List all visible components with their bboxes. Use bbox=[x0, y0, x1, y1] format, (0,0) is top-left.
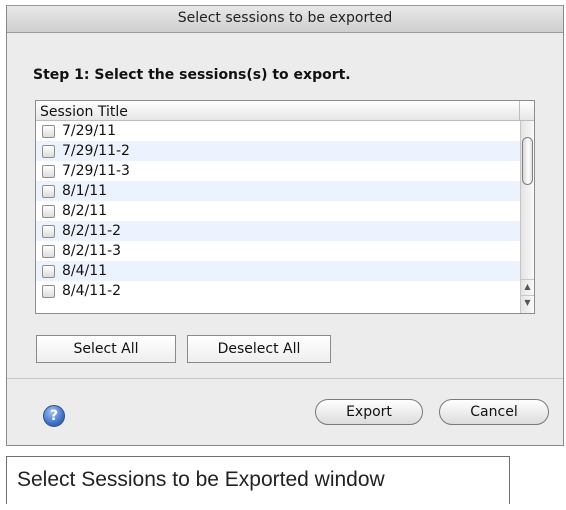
session-rows: 7/29/11 7/29/11-2 7/29/11-3 8/1/11 8/2/1… bbox=[36, 121, 520, 301]
header-corner bbox=[520, 101, 534, 121]
deselect-all-button[interactable]: Deselect All bbox=[187, 335, 331, 363]
table-row[interactable]: 8/4/11-2 bbox=[36, 281, 520, 301]
figure-caption: Select Sessions to be Exported window bbox=[6, 456, 510, 504]
scroll-down-arrow-icon[interactable]: ▼ bbox=[521, 295, 534, 309]
session-checkbox[interactable] bbox=[42, 264, 55, 278]
scroll-up-arrow-icon[interactable]: ▲ bbox=[521, 279, 534, 293]
table-row[interactable]: 7/29/11 bbox=[36, 121, 520, 141]
session-title: 8/4/11-2 bbox=[62, 283, 122, 299]
session-checkbox[interactable] bbox=[42, 164, 55, 178]
session-checkbox[interactable] bbox=[42, 124, 55, 138]
session-title-column-header[interactable]: Session Title bbox=[36, 101, 520, 121]
session-checkbox[interactable] bbox=[42, 284, 55, 298]
session-title: 8/2/11-2 bbox=[62, 223, 122, 239]
session-checkbox[interactable] bbox=[42, 224, 55, 238]
table-row[interactable]: 7/29/11-2 bbox=[36, 141, 520, 161]
session-title: 8/2/11-3 bbox=[62, 243, 122, 259]
table-row[interactable]: 8/4/11 bbox=[36, 261, 520, 281]
divider bbox=[7, 378, 563, 379]
session-checkbox[interactable] bbox=[42, 244, 55, 258]
select-all-button[interactable]: Select All bbox=[36, 335, 176, 363]
session-title: 8/2/11 bbox=[62, 203, 108, 219]
export-sessions-dialog: Select sessions to be exported Step 1: S… bbox=[6, 5, 564, 446]
table-row[interactable]: 8/2/11 bbox=[36, 201, 520, 221]
cancel-button[interactable]: Cancel bbox=[439, 399, 549, 425]
session-title: 7/29/11-3 bbox=[62, 163, 130, 179]
window-title: Select sessions to be exported bbox=[7, 5, 563, 33]
session-checkbox[interactable] bbox=[42, 204, 55, 218]
export-button[interactable]: Export bbox=[315, 399, 423, 425]
vertical-scrollbar[interactable]: ▲ ▼ bbox=[520, 121, 534, 313]
sessions-table: Session Title 7/29/11 7/29/11-2 7/29/11-… bbox=[35, 100, 535, 314]
table-row[interactable]: 7/29/11-3 bbox=[36, 161, 520, 181]
session-checkbox[interactable] bbox=[42, 144, 55, 158]
session-title: 8/1/11 bbox=[62, 183, 108, 199]
session-title: 7/29/11 bbox=[62, 123, 116, 139]
step1-label: Step 1: Select the sessions(s) to export… bbox=[33, 67, 351, 83]
help-icon[interactable]: ? bbox=[43, 405, 65, 427]
table-row[interactable]: 8/1/11 bbox=[36, 181, 520, 201]
session-title: 7/29/11-2 bbox=[62, 143, 130, 159]
scrollbar-thumb[interactable] bbox=[522, 137, 533, 185]
session-title: 8/4/11 bbox=[62, 263, 108, 279]
session-checkbox[interactable] bbox=[42, 184, 55, 198]
table-row[interactable]: 8/2/11-3 bbox=[36, 241, 520, 261]
table-row[interactable]: 8/2/11-2 bbox=[36, 221, 520, 241]
